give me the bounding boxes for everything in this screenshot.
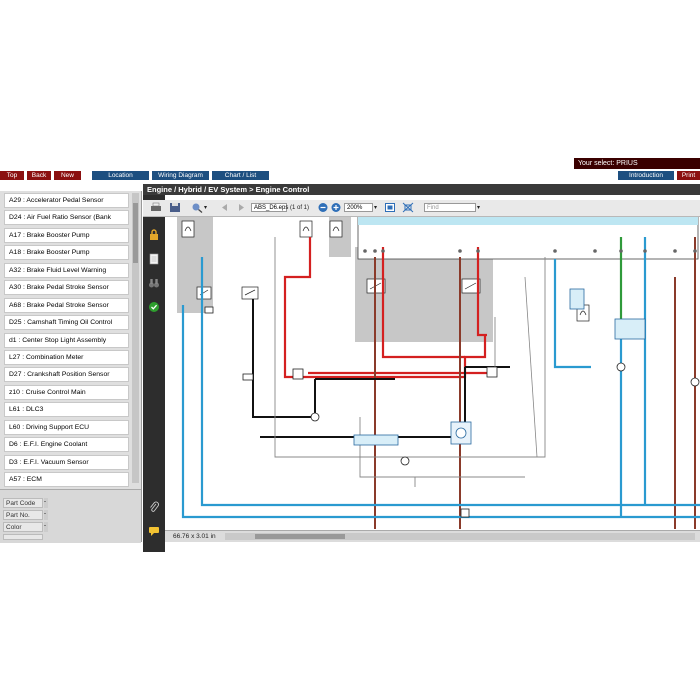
- ecm-connector-header: [358, 217, 698, 225]
- vehicle-selection-label: Your select: PRIUS: [574, 158, 700, 169]
- page-indicator: (1 of 1): [290, 205, 310, 211]
- find-input[interactable]: Find: [424, 203, 476, 212]
- zoom-out-icon[interactable]: [317, 202, 329, 213]
- part-no-label: Part No.: [3, 510, 43, 520]
- save-icon[interactable]: [169, 202, 181, 213]
- fit-page-icon[interactable]: [384, 202, 396, 213]
- list-item[interactable]: z10 : Cruise Control Main: [4, 384, 129, 400]
- list-item[interactable]: A17 : Brake Booster Pump: [4, 227, 129, 243]
- list-item[interactable]: D25 : Camshaft Timing Oil Control: [4, 315, 129, 331]
- lock-icon[interactable]: [148, 229, 160, 241]
- list-item[interactable]: D24 : Air Fuel Ratio Sensor (Bank: [4, 210, 129, 226]
- list-item[interactable]: A30 : Brake Pedal Stroke Sensor: [4, 280, 129, 296]
- next-page-icon[interactable]: [235, 202, 247, 213]
- dropdown-arrow-icon[interactable]: ▾: [204, 203, 207, 213]
- page-size-readout: 66.76 x 3.01 in: [173, 533, 216, 540]
- list-item[interactable]: L60 : Driving Support ECU: [4, 419, 129, 435]
- part-code-value: -: [44, 498, 48, 508]
- color-value: -: [44, 522, 48, 532]
- print-button[interactable]: Print: [677, 171, 700, 180]
- back-button[interactable]: Back: [27, 171, 51, 180]
- sensor-connector: [569, 288, 585, 310]
- list-item[interactable]: D6 : E.F.I. Engine Coolant: [4, 437, 129, 453]
- zoom-level-field[interactable]: 200%: [344, 203, 373, 212]
- wiring-diagram: [177, 217, 700, 529]
- list-item[interactable]: A29 : Accelerator Pedal Sensor: [4, 193, 129, 208]
- list-item[interactable]: D27 : Crankshaft Position Sensor: [4, 367, 129, 383]
- zoom-tool-icon[interactable]: [191, 202, 203, 213]
- zoom-dropdown-icon[interactable]: ▾: [374, 203, 377, 213]
- list-item[interactable]: A32 : Brake Fluid Level Warning: [4, 262, 129, 278]
- horizontal-scrollbar-thumb[interactable]: [255, 534, 345, 539]
- previous-page-icon[interactable]: [219, 202, 231, 213]
- document-toolbar: ▾ ABS_D6.eps (1 of 1) 200% ▾ Find ▾: [143, 200, 700, 217]
- list-item[interactable]: L61 : DLC3: [4, 402, 129, 418]
- fit-width-icon[interactable]: [402, 202, 414, 213]
- list-item[interactable]: A57 : ECM: [4, 472, 129, 487]
- top-button[interactable]: Top: [0, 171, 24, 180]
- breadcrumb: Engine / Hybrid / EV System > Engine Con…: [143, 184, 700, 195]
- introduction-button[interactable]: Introduction: [618, 171, 674, 180]
- new-button[interactable]: New: [54, 171, 81, 180]
- check-circle-icon[interactable]: [148, 301, 160, 313]
- component-list-scrollbar[interactable]: [132, 193, 139, 483]
- wiring-diagram-tab[interactable]: Wiring Diagram: [152, 171, 209, 180]
- app-window: Your select: PRIUS Top Back New Location…: [0, 158, 700, 552]
- wiring-diagram-canvas[interactable]: [165, 217, 700, 529]
- properties-panel: Part Code - Part No. - Color -: [0, 489, 141, 543]
- file-name-field[interactable]: ABS_D6.eps: [251, 203, 288, 212]
- component-panel: A29 : Accelerator Pedal Sensor D24 : Air…: [0, 191, 142, 543]
- properties-extra-row: [3, 534, 43, 540]
- location-tab[interactable]: Location: [92, 171, 149, 180]
- color-label: Color: [3, 522, 43, 532]
- find-dropdown-icon[interactable]: ▾: [477, 203, 480, 213]
- zoom-in-icon[interactable]: [330, 202, 342, 213]
- document-status-bar: 66.76 x 3.01 in: [165, 530, 700, 542]
- list-item[interactable]: d1 : Center Stop Light Assembly: [4, 332, 129, 348]
- document-viewer: Engine / Hybrid / EV System > Engine Con…: [143, 184, 700, 552]
- navigation-bar: Top Back New Location Wiring Diagram Cha…: [0, 171, 700, 181]
- list-item[interactable]: L27 : Combination Meter: [4, 349, 129, 365]
- part-no-value: -: [44, 510, 48, 520]
- binoculars-icon[interactable]: [148, 277, 160, 289]
- list-item[interactable]: A18 : Brake Booster Pump: [4, 245, 129, 261]
- pages-icon[interactable]: [148, 253, 160, 265]
- print-icon[interactable]: [150, 202, 162, 213]
- list-item[interactable]: D3 : E.F.I. Vacuum Sensor: [4, 454, 129, 470]
- diagonal-wire: [524, 276, 538, 458]
- horizontal-scrollbar[interactable]: [225, 533, 695, 540]
- paperclip-icon[interactable]: [148, 501, 160, 513]
- comment-icon[interactable]: [148, 525, 160, 537]
- side-tool-column: [143, 195, 165, 552]
- component-list: A29 : Accelerator Pedal Sensor D24 : Air…: [4, 193, 129, 489]
- ecm-pump-connector: [614, 318, 646, 340]
- part-code-label: Part Code: [3, 498, 43, 508]
- ground-connector: [353, 434, 399, 446]
- list-item[interactable]: A68 : Brake Pedal Stroke Sensor: [4, 297, 129, 313]
- scrollbar-thumb[interactable]: [133, 203, 138, 263]
- chart-list-tab[interactable]: Chart / List: [212, 171, 269, 180]
